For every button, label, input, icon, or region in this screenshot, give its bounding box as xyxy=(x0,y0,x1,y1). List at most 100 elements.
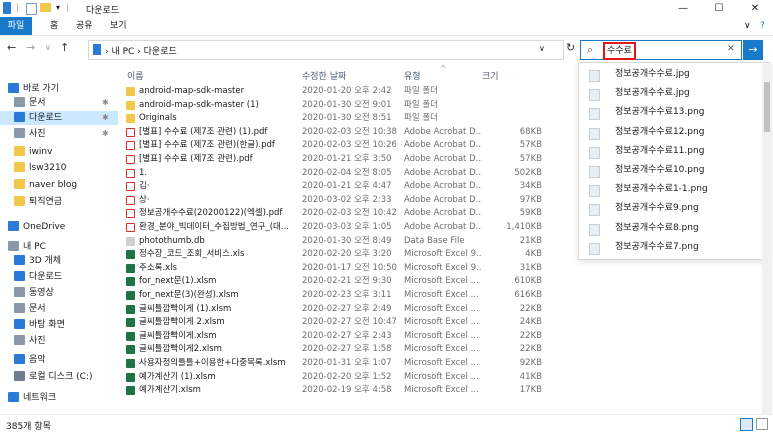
file-row[interactable]: photothumb.db 2020-01-30 오전 8:49 Data Base… xyxy=(122,235,578,248)
picture-icon xyxy=(14,335,25,345)
sidebar-item[interactable]: lsw3210 xyxy=(0,161,118,175)
file-row[interactable]: 사용자정의틀틀+이용한+다중목록.xlsm 2020-01-31 오후 1:07 M… xyxy=(122,357,578,370)
file-row[interactable]: 주소록.xls 2020-01-17 오전 10:50 Microsoft Exce… xyxy=(122,262,578,275)
breadcrumb[interactable]: › 내 PC › 다운로드 xyxy=(105,44,177,57)
help-icon[interactable]: ? xyxy=(754,17,771,35)
sidebar-item[interactable]: naver blog xyxy=(0,178,118,192)
up-button[interactable]: ↑ xyxy=(60,41,69,54)
suggestion-label: 정보공개수수료9.png xyxy=(615,203,699,214)
file-row[interactable]: Originals 2020-01-30 오전 8:51 파일 폴더 xyxy=(122,112,578,125)
sidebar-item[interactable]: 바탕 화면 xyxy=(0,318,118,332)
file-row[interactable]: 환경_분야_빅데이터_수집방법_연구_(대... 2020-03-03 오후 1:… xyxy=(122,221,578,234)
search-suggestion-item[interactable]: 정보공개수수료10.png xyxy=(579,161,759,180)
file-row[interactable]: 예가계산기 (1).xlsm 2020-02-20 오후 1:52 Microsof… xyxy=(122,371,578,384)
properties-icon[interactable] xyxy=(26,3,37,15)
sidebar-item[interactable]: 사진 xyxy=(0,334,118,348)
address-bar[interactable]: › 내 PC › 다운로드 ∨ xyxy=(88,40,564,60)
sidebar-item[interactable]: 다운로드 xyxy=(0,270,118,284)
file-row[interactable]: 글씨틀깜빡이게 (1).xlsm 2020-02-27 오후 2:49 Micros… xyxy=(122,303,578,316)
file-name: Originals xyxy=(139,113,177,124)
large-icons-view-icon[interactable] xyxy=(756,418,768,430)
file-name: 예가계산기.xlsm xyxy=(139,385,201,396)
scrollbar-thumb[interactable] xyxy=(764,82,770,132)
sidebar-item[interactable]: 내 PC xyxy=(0,240,118,254)
file-row[interactable]: 예가계산기.xlsm 2020-02-19 오후 4:58 Microsoft Ex… xyxy=(122,384,578,397)
image-file-icon xyxy=(589,223,600,236)
search-input[interactable]: ⌕ 수수료 ✕ xyxy=(580,40,742,60)
maximize-button[interactable]: ☐ xyxy=(701,0,737,17)
search-suggestion-item[interactable]: 정보공개수수료.jpg xyxy=(579,65,759,84)
title-bar: | ▾ | 다운로드 — ☐ ✕ xyxy=(0,0,773,17)
file-row[interactable]: android-map-sdk-master (1) 2020-01-30 오전 … xyxy=(122,99,578,112)
search-suggestion-item[interactable]: 정보공개수수료13.png xyxy=(579,103,759,122)
vertical-scrollbar[interactable] xyxy=(762,64,772,414)
sidebar-item[interactable]: 음악 xyxy=(0,353,118,367)
address-dropdown-icon[interactable]: ∨ xyxy=(539,44,545,53)
search-suggestion-item[interactable]: 정보공개수수료12.png xyxy=(579,123,759,142)
details-view-icon[interactable] xyxy=(740,418,753,431)
customize-toolbar-icon[interactable]: ▾ xyxy=(56,3,60,14)
file-date: 2020-02-03 오전 10:38 xyxy=(302,126,397,137)
file-row[interactable]: 상· 2020-03-02 오후 2:33 Adobe Acrobat D... 97… xyxy=(122,194,578,207)
file-row[interactable]: 김· 2020-01-21 오후 4:47 Adobe Acrobat D... 34… xyxy=(122,180,578,193)
search-suggestion-item[interactable]: 정보공개수수료9.png xyxy=(579,199,759,218)
forward-button[interactable]: → xyxy=(26,41,35,54)
file-row[interactable]: [별표] 수수료 (제7조 관련)(한글).pdf 2020-02-03 오전 1… xyxy=(122,139,578,152)
sidebar-item[interactable]: 문서 xyxy=(0,302,118,316)
file-row[interactable]: for_next문(1).xlsm 2020-02-21 오전 9:30 Micro… xyxy=(122,275,578,288)
sidebar-item[interactable]: OneDrive xyxy=(0,220,118,234)
file-row[interactable]: android-map-sdk-master 2020-01-20 오후 2:42… xyxy=(122,85,578,98)
search-suggestion-item[interactable]: 정보공개수수료8.png xyxy=(579,219,759,238)
sidebar-item[interactable]: 로컬 디스크 (C:) xyxy=(0,370,118,384)
file-row[interactable]: 정보공개수수료(20200122)(엑셀).pdf 2020-02-03 오전 1… xyxy=(122,207,578,220)
search-suggestion-item[interactable]: 정보공개수수료11.png xyxy=(579,142,759,161)
file-name: for_next문(3)(완성).xlsm xyxy=(139,290,239,300)
search-suggestion-item[interactable]: 정보공개수수료1-1.png xyxy=(579,180,759,199)
image-file-icon xyxy=(589,242,600,255)
file-type: Microsoft Excel ... xyxy=(404,330,479,341)
sidebar-item[interactable]: iwinv xyxy=(0,145,118,159)
sidebar-item[interactable]: 동영상 xyxy=(0,286,118,300)
sidebar-item[interactable]: 3D 개체 xyxy=(0,254,118,268)
sidebar-item[interactable]: 사진 ✱ xyxy=(0,127,118,141)
search-suggestion-item[interactable]: 정보공개수수료.jpg xyxy=(579,84,759,103)
clear-search-button[interactable]: ✕ xyxy=(727,44,735,54)
file-row[interactable]: 글씨틀깜빡이게.xlsm 2020-02-27 오후 2:43 Microsoft … xyxy=(122,330,578,343)
suggestion-label: 정보공개수수료11.png xyxy=(615,145,705,156)
sidebar-item[interactable]: 문서 ✱ xyxy=(0,96,118,110)
column-type-header[interactable]: 유형 xyxy=(404,69,421,82)
tab-file[interactable]: 파일 xyxy=(0,17,32,35)
file-row[interactable]: [별표] 수수료 (제7조 관련).pdf 2020-01-21 오후 3:50 A… xyxy=(122,153,578,166)
file-row[interactable]: [별표] 수수료 (제7조 관련) (1).pdf 2020-02-03 오전 1… xyxy=(122,126,578,139)
cube-icon xyxy=(14,255,25,265)
recent-locations-button[interactable]: ∨ xyxy=(45,43,51,52)
column-date-header[interactable]: 수정한 날짜 xyxy=(302,69,346,82)
sidebar-item[interactable]: 퇴직연금 xyxy=(0,195,118,209)
sidebar-item[interactable]: 바로 가기 xyxy=(0,82,118,96)
sidebar-item[interactable]: 다운로드 ✱ xyxy=(0,111,118,125)
close-button[interactable]: ✕ xyxy=(737,0,773,17)
file-row[interactable]: 1. 2020-02-04 오전 8:05 Adobe Acrobat D... 50… xyxy=(122,167,578,180)
sidebar-item[interactable]: 네트워크 xyxy=(0,391,118,405)
new-folder-icon[interactable] xyxy=(40,3,51,12)
search-go-button[interactable]: → xyxy=(743,40,763,60)
file-row[interactable]: 정수장_코드_조회_서비스.xls 2020-02-20 오후 3:20 Micro… xyxy=(122,248,578,261)
file-row[interactable]: 글씨틀깜빡이게 2.xlsm 2020-02-27 오전 10:47 Microso… xyxy=(122,316,578,329)
tab-share[interactable]: 공유 xyxy=(70,17,99,35)
refresh-button[interactable]: ↻ xyxy=(566,41,575,54)
column-size-header[interactable]: 크기 xyxy=(482,69,499,82)
file-type: Microsoft Excel 9... xyxy=(404,249,482,260)
tab-view[interactable]: 보기 xyxy=(104,17,133,35)
file-row[interactable]: for_next문(3)(완성).xlsm 2020-02-23 오후 3:11 M… xyxy=(122,289,578,302)
folder-icon xyxy=(14,196,25,206)
file-size: 59KB xyxy=(519,208,542,219)
file-row[interactable]: 글씨틀깜빡이게2.xlsm 2020-02-27 오후 1:58 Microsoft… xyxy=(122,343,578,356)
image-file-icon xyxy=(589,146,600,159)
search-query-text[interactable]: 수수료 xyxy=(603,42,636,60)
music-icon xyxy=(14,354,25,364)
tab-home[interactable]: 홈 xyxy=(44,17,64,35)
search-suggestion-item[interactable]: 정보공개수수료7.png xyxy=(579,238,759,257)
back-button[interactable]: ← xyxy=(7,41,16,54)
column-name-header[interactable]: 이름 xyxy=(127,69,144,82)
minimize-button[interactable]: — xyxy=(665,0,701,17)
